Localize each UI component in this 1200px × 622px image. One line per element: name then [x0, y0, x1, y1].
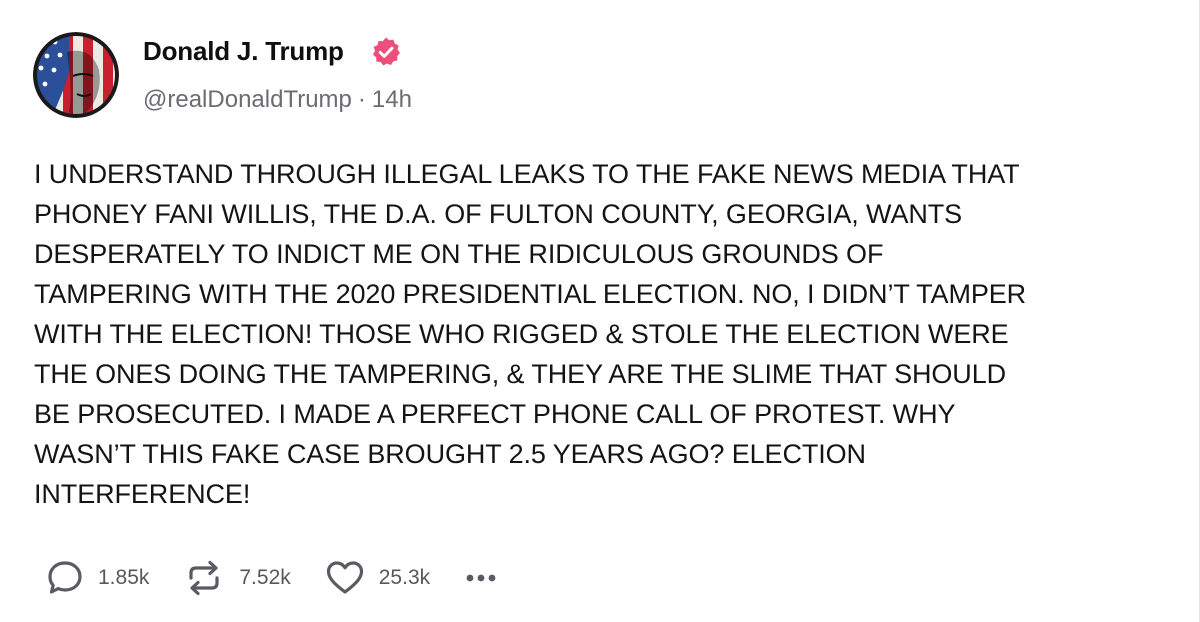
post-text: I UNDERSTAND THROUGH ILLEGAL LEAKS TO TH… [34, 159, 1027, 509]
meta-separator: · [357, 86, 366, 113]
post-timestamp[interactable]: 14h [372, 86, 412, 113]
like-button[interactable]: 25.3k [325, 558, 430, 598]
like-count: 25.3k [378, 566, 431, 589]
retruth-count: 7.52k [239, 566, 291, 589]
reply-bubble-icon [48, 561, 82, 594]
avatar[interactable] [33, 32, 119, 118]
more-dots-icon [466, 574, 496, 582]
avatar-image [33, 32, 119, 118]
post-actions: 1.85k 7.52k 25.3k [46, 558, 498, 598]
post-card: Donald J. Trump @realDonaldTrump · 14h I U… [0, 0, 1200, 622]
retruth-button[interactable]: 7.52k [183, 558, 291, 598]
author-handle[interactable]: @realDonaldTrump [143, 86, 352, 113]
verified-badge-icon [373, 37, 400, 66]
author-name[interactable]: Donald J. Trump [143, 36, 344, 67]
author-meta: @realDonaldTrump · 14h [143, 86, 412, 114]
more-options-button[interactable] [464, 558, 498, 598]
reply-button[interactable]: 1.85k [46, 558, 149, 598]
reply-count: 1.85k [98, 566, 150, 589]
heart-icon [326, 561, 363, 594]
retruth-arrows-icon [189, 560, 219, 596]
